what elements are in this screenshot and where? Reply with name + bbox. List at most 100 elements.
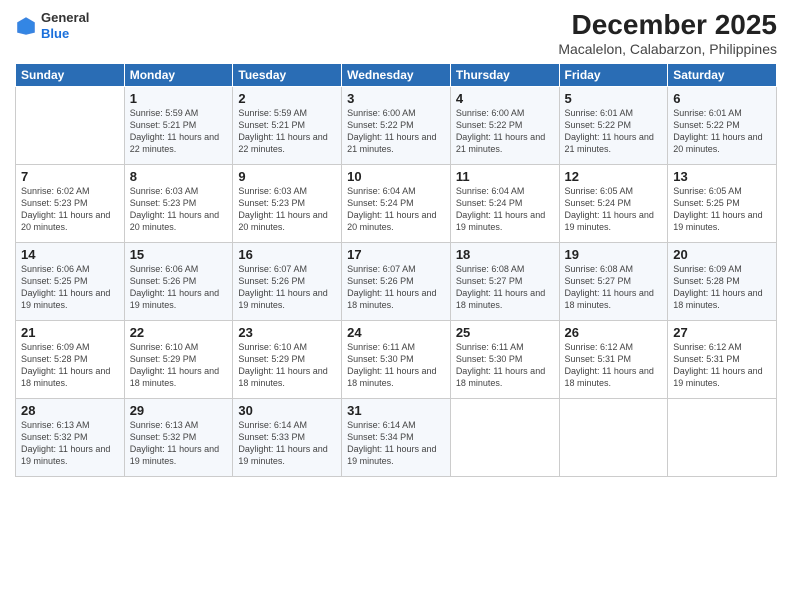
day-number: 22	[130, 325, 228, 340]
day-info: Sunrise: 5:59 AM Sunset: 5:21 PM Dayligh…	[238, 107, 336, 156]
day-info: Sunrise: 6:06 AM Sunset: 5:25 PM Dayligh…	[21, 263, 119, 312]
day-info: Sunrise: 6:01 AM Sunset: 5:22 PM Dayligh…	[565, 107, 663, 156]
cell-1-2: 9Sunrise: 6:03 AM Sunset: 5:23 PM Daylig…	[233, 164, 342, 242]
day-number: 2	[238, 91, 336, 106]
day-number: 1	[130, 91, 228, 106]
cell-0-2: 2Sunrise: 5:59 AM Sunset: 5:21 PM Daylig…	[233, 86, 342, 164]
day-number: 23	[238, 325, 336, 340]
col-header-friday: Friday	[559, 63, 668, 86]
day-number: 25	[456, 325, 554, 340]
day-number: 8	[130, 169, 228, 184]
col-header-sunday: Sunday	[16, 63, 125, 86]
day-number: 11	[456, 169, 554, 184]
day-number: 6	[673, 91, 771, 106]
day-info: Sunrise: 6:05 AM Sunset: 5:24 PM Dayligh…	[565, 185, 663, 234]
day-info: Sunrise: 6:08 AM Sunset: 5:27 PM Dayligh…	[456, 263, 554, 312]
day-info: Sunrise: 6:00 AM Sunset: 5:22 PM Dayligh…	[456, 107, 554, 156]
day-info: Sunrise: 6:11 AM Sunset: 5:30 PM Dayligh…	[456, 341, 554, 390]
day-number: 13	[673, 169, 771, 184]
week-row-0: 1 Sunrise: 5:59 AM Sunset: 5:21 PM Daylig…	[16, 86, 777, 164]
day-info: Sunrise: 6:07 AM Sunset: 5:26 PM Dayligh…	[238, 263, 336, 312]
week-row-3: 21Sunrise: 6:09 AM Sunset: 5:28 PM Dayli…	[16, 320, 777, 398]
day-info: Sunrise: 6:08 AM Sunset: 5:27 PM Dayligh…	[565, 263, 663, 312]
day-info: Sunrise: 6:10 AM Sunset: 5:29 PM Dayligh…	[238, 341, 336, 390]
col-header-tuesday: Tuesday	[233, 63, 342, 86]
cell-4-4	[450, 398, 559, 476]
cell-3-5: 26Sunrise: 6:12 AM Sunset: 5:31 PM Dayli…	[559, 320, 668, 398]
location-subtitle: Macalelon, Calabarzon, Philippines	[558, 41, 777, 57]
cell-3-4: 25Sunrise: 6:11 AM Sunset: 5:30 PM Dayli…	[450, 320, 559, 398]
day-number: 24	[347, 325, 445, 340]
day-info: Sunrise: 6:07 AM Sunset: 5:26 PM Dayligh…	[347, 263, 445, 312]
header-row: SundayMondayTuesdayWednesdayThursdayFrid…	[16, 63, 777, 86]
cell-1-3: 10Sunrise: 6:04 AM Sunset: 5:24 PM Dayli…	[342, 164, 451, 242]
day-info: Sunrise: 6:09 AM Sunset: 5:28 PM Dayligh…	[673, 263, 771, 312]
cell-2-5: 19Sunrise: 6:08 AM Sunset: 5:27 PM Dayli…	[559, 242, 668, 320]
logo: General Blue	[15, 10, 89, 41]
day-info: Sunrise: 6:09 AM Sunset: 5:28 PM Dayligh…	[21, 341, 119, 390]
cell-3-1: 22Sunrise: 6:10 AM Sunset: 5:29 PM Dayli…	[124, 320, 233, 398]
cell-3-6: 27Sunrise: 6:12 AM Sunset: 5:31 PM Dayli…	[668, 320, 777, 398]
cell-0-1: 1Sunrise: 5:59 AM Sunset: 5:21 PM Daylig…	[124, 86, 233, 164]
cell-4-3: 31Sunrise: 6:14 AM Sunset: 5:34 PM Dayli…	[342, 398, 451, 476]
day-number: 26	[565, 325, 663, 340]
day-number: 4	[456, 91, 554, 106]
cell-3-2: 23Sunrise: 6:10 AM Sunset: 5:29 PM Dayli…	[233, 320, 342, 398]
day-info: Sunrise: 6:02 AM Sunset: 5:23 PM Dayligh…	[21, 185, 119, 234]
day-info: Sunrise: 6:11 AM Sunset: 5:30 PM Dayligh…	[347, 341, 445, 390]
day-info: Sunrise: 6:03 AM Sunset: 5:23 PM Dayligh…	[238, 185, 336, 234]
cell-4-0: 28Sunrise: 6:13 AM Sunset: 5:32 PM Dayli…	[16, 398, 125, 476]
cell-0-6: 6Sunrise: 6:01 AM Sunset: 5:22 PM Daylig…	[668, 86, 777, 164]
week-row-1: 7Sunrise: 6:02 AM Sunset: 5:23 PM Daylig…	[16, 164, 777, 242]
day-number: 28	[21, 403, 119, 418]
day-info: Sunrise: 6:05 AM Sunset: 5:25 PM Dayligh…	[673, 185, 771, 234]
cell-3-3: 24Sunrise: 6:11 AM Sunset: 5:30 PM Dayli…	[342, 320, 451, 398]
cell-2-4: 18Sunrise: 6:08 AM Sunset: 5:27 PM Dayli…	[450, 242, 559, 320]
cell-3-0: 21Sunrise: 6:09 AM Sunset: 5:28 PM Dayli…	[16, 320, 125, 398]
day-number: 16	[238, 247, 336, 262]
cell-2-6: 20Sunrise: 6:09 AM Sunset: 5:28 PM Dayli…	[668, 242, 777, 320]
title-block: December 2025 Macalelon, Calabarzon, Phi…	[558, 10, 777, 57]
col-header-saturday: Saturday	[668, 63, 777, 86]
cell-2-3: 17Sunrise: 6:07 AM Sunset: 5:26 PM Dayli…	[342, 242, 451, 320]
cell-2-2: 16Sunrise: 6:07 AM Sunset: 5:26 PM Dayli…	[233, 242, 342, 320]
cell-1-1: 8Sunrise: 6:03 AM Sunset: 5:23 PM Daylig…	[124, 164, 233, 242]
day-number: 10	[347, 169, 445, 184]
day-info: Sunrise: 6:13 AM Sunset: 5:32 PM Dayligh…	[130, 419, 228, 468]
logo-blue: Blue	[41, 26, 89, 42]
day-info: Sunrise: 6:00 AM Sunset: 5:22 PM Dayligh…	[347, 107, 445, 156]
cell-0-0	[16, 86, 125, 164]
day-number: 21	[21, 325, 119, 340]
day-number: 27	[673, 325, 771, 340]
cell-4-1: 29Sunrise: 6:13 AM Sunset: 5:32 PM Dayli…	[124, 398, 233, 476]
week-row-4: 28Sunrise: 6:13 AM Sunset: 5:32 PM Dayli…	[16, 398, 777, 476]
day-number: 30	[238, 403, 336, 418]
col-header-thursday: Thursday	[450, 63, 559, 86]
cell-2-1: 15Sunrise: 6:06 AM Sunset: 5:26 PM Dayli…	[124, 242, 233, 320]
calendar-table: SundayMondayTuesdayWednesdayThursdayFrid…	[15, 63, 777, 477]
day-info: Sunrise: 6:12 AM Sunset: 5:31 PM Dayligh…	[673, 341, 771, 390]
logo-general: General	[41, 10, 89, 26]
cell-0-3: 3Sunrise: 6:00 AM Sunset: 5:22 PM Daylig…	[342, 86, 451, 164]
cell-0-5: 5Sunrise: 6:01 AM Sunset: 5:22 PM Daylig…	[559, 86, 668, 164]
day-number: 12	[565, 169, 663, 184]
day-number: 17	[347, 247, 445, 262]
cell-1-6: 13Sunrise: 6:05 AM Sunset: 5:25 PM Dayli…	[668, 164, 777, 242]
week-row-2: 14Sunrise: 6:06 AM Sunset: 5:25 PM Dayli…	[16, 242, 777, 320]
cell-4-6	[668, 398, 777, 476]
cell-1-5: 12Sunrise: 6:05 AM Sunset: 5:24 PM Dayli…	[559, 164, 668, 242]
cell-4-5	[559, 398, 668, 476]
day-info: Sunrise: 6:14 AM Sunset: 5:33 PM Dayligh…	[238, 419, 336, 468]
day-number: 7	[21, 169, 119, 184]
day-info: Sunrise: 6:14 AM Sunset: 5:34 PM Dayligh…	[347, 419, 445, 468]
day-info: Sunrise: 6:13 AM Sunset: 5:32 PM Dayligh…	[21, 419, 119, 468]
day-number: 18	[456, 247, 554, 262]
header: General Blue December 2025 Macalelon, Ca…	[15, 10, 777, 57]
cell-2-0: 14Sunrise: 6:06 AM Sunset: 5:25 PM Dayli…	[16, 242, 125, 320]
day-number: 15	[130, 247, 228, 262]
day-info: Sunrise: 6:03 AM Sunset: 5:23 PM Dayligh…	[130, 185, 228, 234]
day-number: 3	[347, 91, 445, 106]
day-number: 19	[565, 247, 663, 262]
day-info: Sunrise: 6:06 AM Sunset: 5:26 PM Dayligh…	[130, 263, 228, 312]
day-number: 9	[238, 169, 336, 184]
